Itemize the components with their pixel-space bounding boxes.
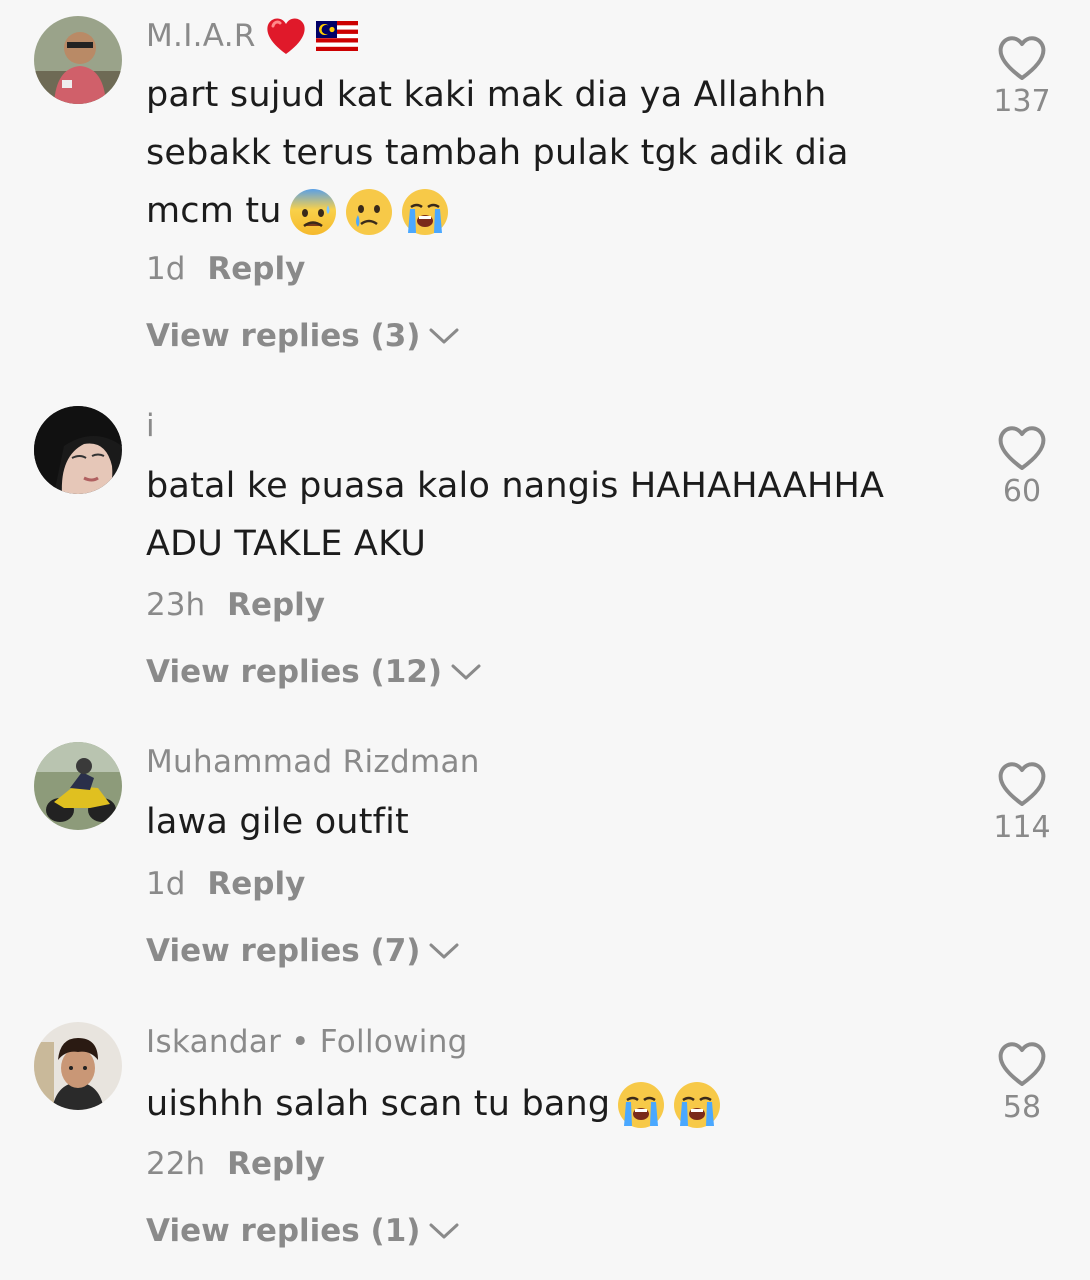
comment-meta: 22h Reply <box>146 1144 325 1184</box>
comment-line: uishhh salah scan tu bang <box>146 1084 611 1124</box>
comments-list: M.I.A.R part sujud kat kaki mak dia ya A… <box>0 0 1090 1280</box>
comment-time: 23h <box>146 587 206 623</box>
chevron-down-icon <box>451 664 481 680</box>
crying-face-icon <box>674 1082 721 1128</box>
like-count: 60 <box>1002 474 1042 509</box>
view-replies-label: View replies (7) <box>146 933 421 969</box>
username-text: Iskandar <box>146 1024 282 1060</box>
comment-line-with-emoji: uishhh salah scan tu bang <box>146 1075 936 1133</box>
comment-meta: 1d Reply <box>146 249 305 289</box>
comment-username[interactable]: M.I.A.R <box>146 16 358 56</box>
comment-text: lawa gile outfit <box>146 793 936 851</box>
view-replies-button[interactable]: View replies (1) <box>146 1211 460 1251</box>
comment-line: batal ke puasa kalo nangis HAHAHAAHHA <box>146 466 885 506</box>
comment-meta: 23h Reply <box>146 585 325 625</box>
like-count: 114 <box>993 810 1051 845</box>
comment-username[interactable]: Muhammad Rizdman <box>146 742 480 782</box>
like-button[interactable]: 60 <box>982 424 1062 509</box>
view-replies-button[interactable]: View replies (7) <box>146 931 460 971</box>
reply-button[interactable]: Reply <box>227 1146 325 1182</box>
username-text: Muhammad Rizdman <box>146 744 480 780</box>
comment-text: uishhh salah scan tu bang <box>146 1075 936 1133</box>
heart-outline-icon <box>998 762 1046 806</box>
view-replies-button[interactable]: View replies (12) <box>146 652 482 692</box>
avatar[interactable] <box>34 742 122 830</box>
comment-text: part sujud kat kaki mak dia ya Allahhh s… <box>146 66 936 240</box>
heart-outline-icon <box>998 426 1046 470</box>
reply-button[interactable]: Reply <box>227 587 325 623</box>
malaysia-flag-icon <box>315 21 358 51</box>
comment-time: 22h <box>146 1146 206 1182</box>
avatar[interactable] <box>34 1022 122 1110</box>
chevron-down-icon <box>429 943 459 959</box>
red-heart-icon <box>267 18 305 54</box>
view-replies-button[interactable]: View replies (3) <box>146 316 460 356</box>
comment-line: ADU TAKLE AKU <box>146 524 427 564</box>
comment-line: lawa gile outfit <box>146 802 409 842</box>
chevron-down-icon <box>429 328 459 344</box>
anxious-face-icon <box>289 189 336 235</box>
comment-line-with-emoji: mcm tu <box>146 182 936 240</box>
reply-button[interactable]: Reply <box>207 251 305 287</box>
view-replies-label: View replies (12) <box>146 654 443 690</box>
like-button[interactable]: 58 <box>982 1040 1062 1125</box>
username-text: M.I.A.R <box>146 18 256 54</box>
like-button[interactable]: 137 <box>982 34 1062 119</box>
reply-button[interactable]: Reply <box>207 866 305 902</box>
comment-line: part sujud kat kaki mak dia ya Allahhh <box>146 75 827 115</box>
like-count: 137 <box>993 84 1051 119</box>
view-replies-label: View replies (3) <box>146 318 421 354</box>
comment-line: sebakk terus tambah pulak tgk adik dia <box>146 133 849 173</box>
comment-time: 1d <box>146 866 186 902</box>
sad-tear-face-icon <box>345 189 392 235</box>
separator-dot: • <box>291 1024 310 1060</box>
heart-outline-icon <box>998 36 1046 80</box>
like-count: 58 <box>1002 1090 1042 1125</box>
chevron-down-icon <box>429 1223 459 1239</box>
avatar[interactable] <box>34 16 122 104</box>
crying-face-icon <box>401 189 448 235</box>
avatar[interactable] <box>34 406 122 494</box>
comment-text: batal ke puasa kalo nangis HAHAHAAHHA AD… <box>146 457 936 573</box>
like-button[interactable]: 114 <box>982 760 1062 845</box>
comment-username[interactable]: i <box>146 406 155 446</box>
comment-line: mcm tu <box>146 191 282 231</box>
username-text: i <box>146 408 155 444</box>
comment-time: 1d <box>146 251 186 287</box>
view-replies-label: View replies (1) <box>146 1213 421 1249</box>
heart-outline-icon <box>998 1042 1046 1086</box>
crying-face-icon <box>618 1082 665 1128</box>
comment-meta: 1d Reply <box>146 864 305 904</box>
following-label: Following <box>319 1024 468 1060</box>
comment-username[interactable]: Iskandar • Following <box>146 1022 468 1062</box>
